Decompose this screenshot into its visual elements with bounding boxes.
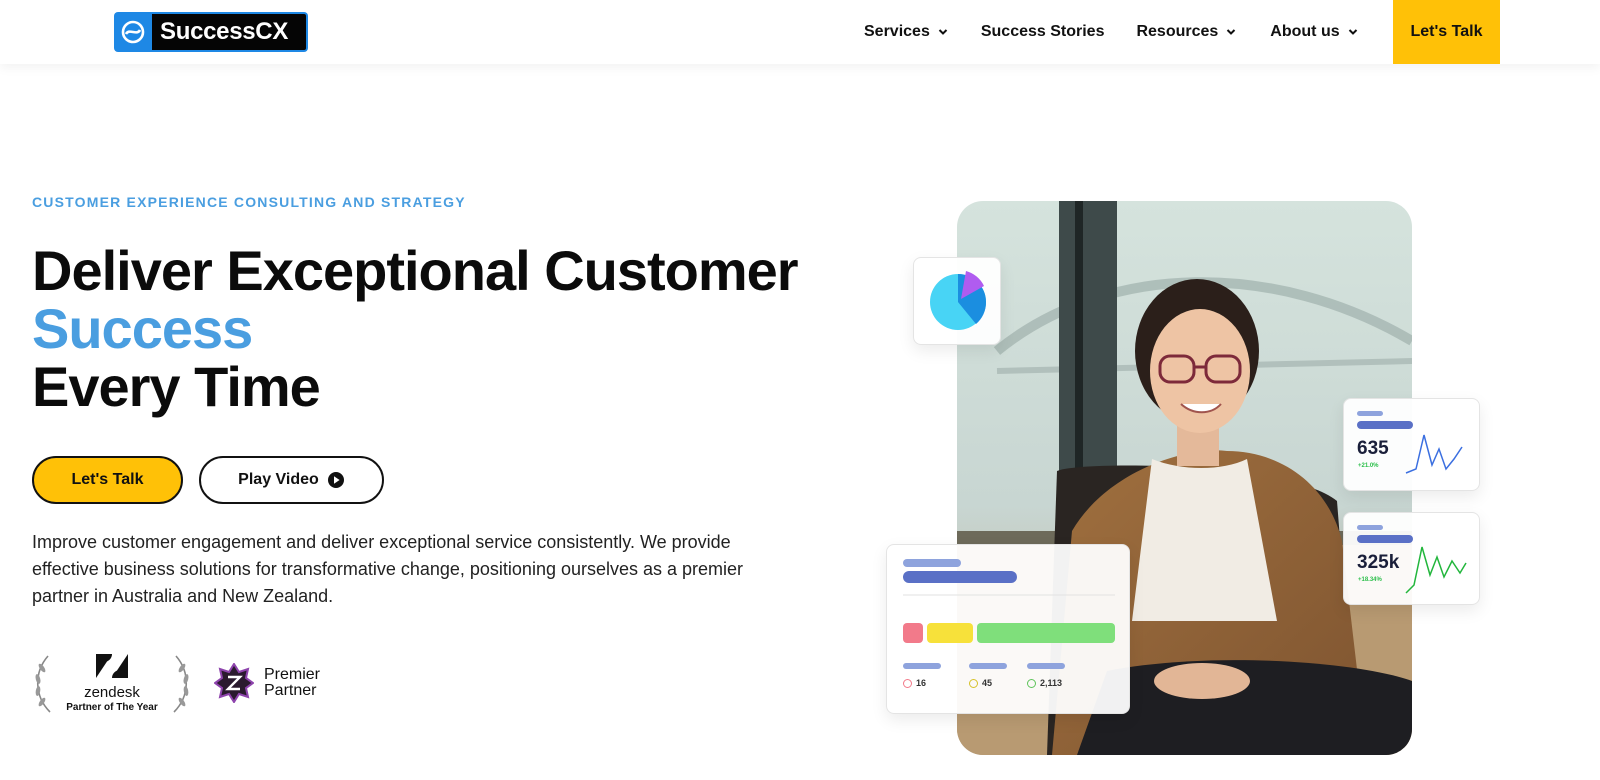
face-icon: [969, 678, 978, 688]
hero-title-line1: Deliver Exceptional Customer: [32, 239, 799, 302]
play-circle-icon: [327, 472, 344, 488]
count-neutral: 45: [969, 678, 992, 688]
premier-line1: Premier: [264, 666, 321, 683]
main-nav: Services Success Stories Resources About…: [864, 0, 1358, 64]
site-header: SuccessCX Services Success Stories Resou…: [0, 0, 1600, 64]
count-happy-value: 2,113: [1040, 678, 1063, 688]
hero-lets-talk-button[interactable]: Let's Talk: [32, 456, 183, 504]
stat-value-2: 325k: [1357, 552, 1400, 573]
nav-about-us[interactable]: About us: [1270, 23, 1357, 41]
zendesk-award-text: Partner of The Year: [66, 702, 158, 713]
zendesk-wordmark: zendesk: [84, 684, 140, 701]
count-unhappy-value: 16: [916, 678, 927, 688]
hero-eyebrow: CUSTOMER EXPERIENCE CONSULTING AND STRAT…: [32, 194, 466, 210]
logo-wordmark: SuccessCX: [152, 12, 309, 52]
stat-delta-2: +18.34%: [1358, 577, 1382, 583]
count-unhappy: 16: [903, 678, 926, 688]
nav-resources[interactable]: Resources: [1136, 23, 1236, 41]
satisfaction-bars: [903, 559, 1115, 669]
header-lets-talk-button[interactable]: Let's Talk: [1393, 0, 1500, 64]
zendesk-logo-icon: [96, 654, 128, 678]
logo-mark-icon: [114, 12, 152, 52]
play-video-label: Play Video: [238, 471, 319, 488]
stat-card-1: 635 +21.0%: [1343, 398, 1480, 491]
chevron-down-icon: [1227, 29, 1236, 35]
nav-services[interactable]: Services: [864, 23, 948, 41]
pie-chart-icon: [930, 271, 987, 330]
satisfaction-card: 16 45 2,113: [886, 544, 1130, 714]
nav-resources-label: Resources: [1136, 23, 1219, 40]
premier-partner-text: Premier Partner: [264, 667, 320, 699]
stat-card-2: 325k +18.34%: [1343, 512, 1480, 605]
premier-star-icon: [214, 663, 254, 703]
hero-title: Deliver Exceptional Customer Success Eve…: [32, 239, 799, 418]
successcx-logo[interactable]: SuccessCX: [114, 12, 309, 52]
face-icon: [1027, 678, 1036, 688]
hero-title-line3: Every Time: [32, 355, 321, 418]
chevron-down-icon: [1348, 29, 1357, 35]
hero-description: Improve customer engagement and deliver …: [32, 532, 744, 606]
count-happy: 2,113: [1027, 678, 1062, 688]
premier-partner-badge: Premier Partner: [214, 663, 320, 703]
chevron-down-icon: [938, 29, 948, 35]
premier-line2: Partner: [264, 682, 317, 699]
partner-badges: zendesk Partner of The Year Premier Part…: [32, 648, 320, 718]
stat-value-1: 635: [1357, 438, 1389, 459]
zendesk-partner-of-year-badge: zendesk Partner of The Year: [32, 648, 192, 718]
nav-services-label: Services: [864, 23, 930, 40]
hero-title-accent: Success: [32, 297, 253, 360]
nav-success-stories-label: Success Stories: [980, 23, 1105, 40]
play-video-button[interactable]: Play Video: [199, 456, 384, 504]
stat-delta-1: +21.0%: [1358, 463, 1379, 469]
pie-chart-card: [913, 257, 1001, 345]
nav-success-stories[interactable]: Success Stories: [981, 23, 1105, 41]
face-icon: [903, 678, 912, 688]
nav-about-us-label: About us: [1270, 23, 1340, 40]
count-neutral-value: 45: [982, 678, 993, 688]
